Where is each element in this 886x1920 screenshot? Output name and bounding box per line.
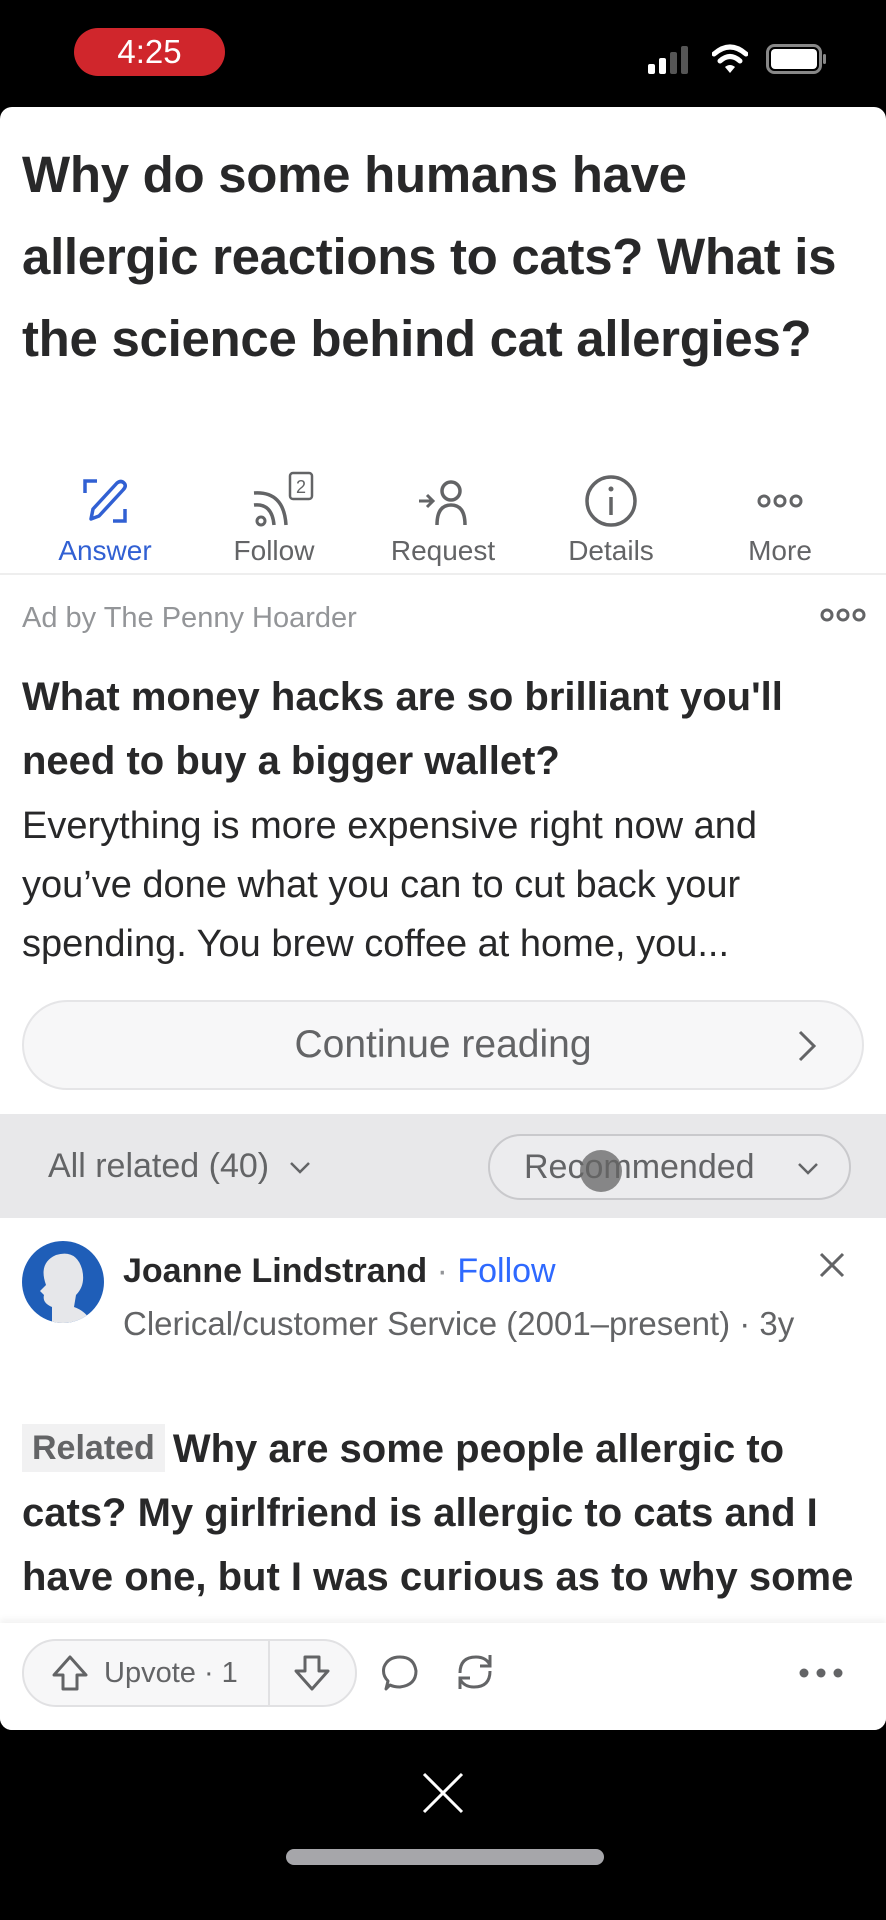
answer-button[interactable]: Answer bbox=[20, 465, 190, 573]
details-label: Details bbox=[568, 535, 654, 566]
related-filter-bar: All related (40) Recommended bbox=[0, 1114, 886, 1218]
sort-label: Recommended bbox=[524, 1148, 755, 1186]
ad-body-text[interactable]: Everything is more expensive right now a… bbox=[22, 797, 872, 974]
question-page-card: Why do some humans have allergic reactio… bbox=[0, 107, 886, 1730]
more-label: More bbox=[748, 535, 812, 566]
separator-dot: · bbox=[427, 1252, 458, 1290]
comment-icon[interactable] bbox=[378, 1651, 422, 1695]
author-name[interactable]: Joanne Lindstrand bbox=[123, 1252, 427, 1290]
upvote-button[interactable]: Upvote · 1 bbox=[24, 1641, 268, 1705]
continue-reading-label: Continue reading bbox=[294, 1023, 592, 1066]
rss-follow-icon: 2 bbox=[253, 471, 314, 527]
details-button[interactable]: Details bbox=[526, 465, 696, 573]
cellular-signal-icon bbox=[648, 46, 688, 74]
more-dots-icon bbox=[757, 494, 803, 508]
all-related-label: All related (40) bbox=[48, 1147, 270, 1185]
follow-label: Follow bbox=[233, 535, 315, 566]
author-credential: Clerical/customer Service (2001–present)… bbox=[123, 1305, 795, 1342]
question-action-bar: Answer 2 Follow Request Details More bbox=[0, 465, 886, 573]
all-related-dropdown[interactable]: All related (40) bbox=[48, 1142, 311, 1190]
related-tag: Related bbox=[22, 1424, 165, 1472]
upvote-arrow-icon bbox=[52, 1655, 88, 1691]
continue-reading-button[interactable]: Continue reading bbox=[22, 1000, 864, 1090]
touch-indicator bbox=[580, 1150, 622, 1192]
author-avatar[interactable] bbox=[22, 1241, 104, 1323]
divider bbox=[0, 573, 886, 575]
author-line: Joanne Lindstrand · Follow bbox=[123, 1247, 556, 1295]
follow-count-badge: 2 bbox=[296, 477, 306, 497]
ad-title[interactable]: What money hacks are so brilliant you'll… bbox=[22, 665, 862, 793]
more-button[interactable]: More bbox=[695, 465, 865, 573]
ad-attribution[interactable]: Ad by The Penny Hoarder bbox=[22, 602, 357, 635]
sort-dropdown[interactable]: Recommended bbox=[488, 1134, 851, 1200]
status-time: 4:25 bbox=[74, 28, 225, 76]
request-user-icon bbox=[419, 480, 467, 526]
close-icon[interactable] bbox=[818, 1251, 846, 1279]
share-reshare-icon[interactable] bbox=[452, 1649, 498, 1695]
upvote-label: Upvote · 1 bbox=[104, 1657, 238, 1689]
downvote-button[interactable] bbox=[270, 1641, 357, 1705]
answer-label: Answer bbox=[58, 535, 152, 566]
downvote-arrow-icon bbox=[294, 1655, 330, 1691]
follow-author-link[interactable]: Follow bbox=[457, 1252, 555, 1290]
wifi-icon bbox=[712, 44, 748, 73]
home-indicator[interactable] bbox=[286, 1849, 604, 1865]
pencil-edit-icon bbox=[83, 479, 128, 523]
info-icon bbox=[585, 475, 637, 527]
default-profile-silhouette-icon bbox=[40, 1253, 92, 1323]
request-button[interactable]: Request bbox=[358, 465, 528, 573]
ad-more-options-icon[interactable] bbox=[818, 603, 868, 627]
battery-icon bbox=[766, 44, 826, 74]
chevron-down-icon bbox=[798, 1163, 818, 1175]
request-label: Request bbox=[390, 535, 496, 566]
answer-action-bar: Upvote · 1 bbox=[0, 1623, 886, 1730]
follow-button[interactable]: 2 Follow bbox=[189, 465, 359, 573]
close-icon[interactable] bbox=[418, 1768, 468, 1818]
more-options-icon[interactable] bbox=[796, 1663, 846, 1683]
question-title: Why do some humans have allergic reactio… bbox=[22, 146, 837, 367]
vote-control: Upvote · 1 bbox=[22, 1639, 357, 1707]
chevron-right-icon bbox=[798, 1030, 817, 1062]
chevron-down-icon bbox=[289, 1162, 310, 1174]
